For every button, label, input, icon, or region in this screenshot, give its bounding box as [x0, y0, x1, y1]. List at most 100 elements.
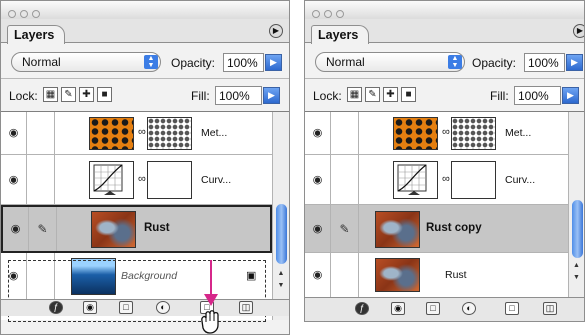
fill-slider-button[interactable]: ▶ — [263, 87, 280, 104]
eye-icon[interactable]: ◉ — [305, 155, 331, 204]
mask-thumbnail[interactable] — [147, 161, 192, 199]
scrollbar[interactable]: ▲ ▼ — [568, 112, 584, 297]
blend-mode-value: Normal — [22, 55, 61, 69]
lock-pixels-icon[interactable]: ✎ — [61, 87, 76, 102]
eye-icon[interactable]: ◉ — [3, 207, 29, 251]
tab-strip: Layers ▶ — [305, 19, 584, 44]
new-layer-icon[interactable]: □ — [505, 302, 519, 315]
lock-transparency-icon[interactable]: ▦ — [347, 87, 362, 102]
layer-row-selected[interactable]: ◉ ✎ Rust copy — [305, 205, 568, 253]
scroll-down-icon[interactable]: ▼ — [569, 274, 584, 286]
tab-layers[interactable]: Layers — [7, 25, 66, 44]
opacity-field[interactable]: 100% — [524, 53, 565, 72]
link-cell[interactable] — [331, 112, 359, 154]
blend-opacity-row: Normal ▲ ▼ Opacity: 100% ▶ — [305, 47, 584, 79]
layer-row[interactable]: ◉ ∞ Met... — [1, 112, 272, 155]
blend-mode-select[interactable]: Normal ▲ ▼ — [11, 52, 161, 72]
select-arrows-icon: ▲ ▼ — [144, 55, 158, 69]
link-cell[interactable] — [331, 155, 359, 204]
chain-link-icon[interactable]: ∞ — [138, 126, 146, 138]
scroll-thumb[interactable] — [276, 204, 287, 264]
window-titlebar[interactable] — [305, 1, 584, 19]
layer-row[interactable]: ◉ ∞ Curv... — [305, 155, 568, 205]
mask-thumbnail[interactable] — [451, 117, 496, 150]
chain-link-icon[interactable]: ∞ — [442, 126, 450, 138]
adjustment-layer-icon[interactable]: ◐ — [156, 301, 170, 314]
layer-row[interactable]: ◉ Background ▣ — [1, 253, 272, 300]
eye-icon[interactable]: ◉ — [305, 112, 331, 154]
opacity-field[interactable]: 100% — [223, 53, 264, 72]
scrollbar[interactable]: ▲ ▼ — [272, 112, 289, 320]
blend-mode-select[interactable]: Normal ▲ ▼ — [315, 52, 465, 72]
layer-name: Rust — [144, 222, 170, 234]
trash-icon[interactable]: ◫ — [543, 302, 557, 315]
scroll-down-icon[interactable]: ▼ — [273, 282, 289, 294]
new-set-icon[interactable]: □ — [119, 301, 133, 314]
link-cell[interactable] — [27, 155, 55, 204]
opacity-slider-button[interactable]: ▶ — [265, 54, 282, 71]
layer-name: Curv... — [505, 174, 536, 186]
window-titlebar[interactable] — [1, 1, 289, 19]
eye-icon[interactable]: ◉ — [1, 253, 27, 299]
scroll-up-icon[interactable]: ▲ — [569, 262, 584, 274]
link-cell[interactable] — [27, 253, 55, 299]
lock-position-icon[interactable]: ✚ — [79, 87, 94, 102]
fill-field[interactable]: 100% — [215, 86, 262, 105]
eye-icon[interactable]: ◉ — [305, 205, 331, 252]
layer-style-icon[interactable]: ƒ — [49, 301, 63, 314]
layer-name: Curv... — [201, 174, 232, 186]
add-mask-icon[interactable]: ◉ — [83, 301, 97, 314]
layer-thumbnail — [375, 211, 420, 248]
link-cell[interactable] — [331, 253, 359, 297]
scroll-up-icon[interactable]: ▲ — [273, 270, 289, 282]
opacity-label: Opacity: — [171, 56, 216, 70]
new-set-icon[interactable]: □ — [426, 302, 440, 315]
fill-slider-button[interactable]: ▶ — [562, 87, 579, 104]
grab-hand-cursor — [201, 310, 219, 334]
trash-icon[interactable]: ◫ — [239, 301, 253, 314]
adjustment-layer-icon[interactable]: ◐ — [462, 302, 476, 315]
opacity-slider-button[interactable]: ▶ — [566, 54, 583, 71]
layer-row[interactable]: ◉ ∞ Met... — [305, 112, 568, 155]
window-controls[interactable] — [312, 5, 348, 18]
brush-icon[interactable]: ✎ — [331, 205, 359, 252]
lock-label: Lock: — [313, 89, 342, 103]
layers-panel-after: Layers ▶ Normal ▲ ▼ Opacity: 100% ▶ Lock:… — [304, 0, 585, 322]
layer-thumbnail — [71, 258, 116, 295]
eye-icon[interactable]: ◉ — [305, 253, 331, 297]
mask-thumbnail[interactable] — [147, 117, 192, 150]
lock-all-icon[interactable]: ■ — [401, 87, 416, 102]
chain-link-icon[interactable]: ∞ — [442, 173, 450, 185]
layer-style-icon[interactable]: ƒ — [355, 302, 369, 315]
window-controls[interactable] — [8, 5, 44, 18]
layer-row-selected[interactable]: ◉ ✎ Rust — [1, 205, 272, 253]
scroll-thumb[interactable] — [572, 200, 583, 258]
add-mask-icon[interactable]: ◉ — [391, 302, 405, 315]
eye-icon[interactable]: ◉ — [1, 155, 27, 204]
layer-name: Background — [121, 270, 178, 282]
layer-thumbnail — [89, 117, 134, 150]
lock-pixels-icon[interactable]: ✎ — [365, 87, 380, 102]
layers-panel-before: Layers ▶ Normal ▲ ▼ Opacity: 100% ▶ Lock:… — [0, 0, 290, 335]
chain-link-icon[interactable]: ∞ — [138, 173, 146, 185]
lock-transparency-icon[interactable]: ▦ — [43, 87, 58, 102]
lock-label: Lock: — [9, 89, 38, 103]
lock-position-icon[interactable]: ✚ — [383, 87, 398, 102]
layer-thumbnail — [91, 211, 136, 248]
panel-menu-icon[interactable]: ▶ — [269, 24, 283, 38]
lock-all-icon[interactable]: ■ — [97, 87, 112, 102]
link-cell[interactable] — [27, 112, 55, 154]
brush-icon[interactable]: ✎ — [29, 207, 57, 251]
eye-icon[interactable]: ◉ — [1, 112, 27, 154]
fill-field[interactable]: 100% — [514, 86, 561, 105]
layer-row[interactable]: ◉ ∞ Curv... — [1, 155, 272, 205]
layer-thumbnail — [375, 258, 420, 292]
layer-name: Rust copy — [426, 222, 482, 234]
panel-bottom-bar: ƒ ◉ □ ◐ □ ◫ — [1, 299, 289, 316]
tab-strip: Layers ▶ — [1, 19, 289, 44]
tab-layers[interactable]: Layers — [311, 25, 370, 44]
layer-row[interactable]: ◉ Rust — [305, 253, 568, 297]
mask-thumbnail[interactable] — [451, 161, 496, 199]
panel-menu-icon[interactable]: ▶ — [573, 24, 584, 38]
opacity-label: Opacity: — [472, 56, 517, 70]
